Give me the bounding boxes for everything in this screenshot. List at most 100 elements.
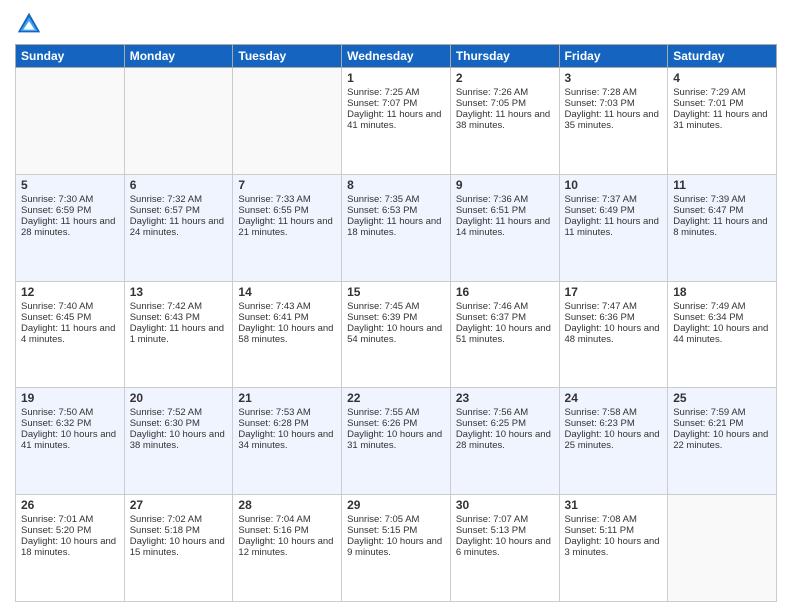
cell-content: Daylight: 10 hours and 58 minutes. [238,323,336,345]
calendar-cell: 20Sunrise: 7:52 AMSunset: 6:30 PMDayligh… [124,388,233,495]
cell-content: Sunset: 6:41 PM [238,312,336,323]
cell-content: Daylight: 10 hours and 12 minutes. [238,536,336,558]
calendar-cell: 8 Sunrise: 7:35 AMSunset: 6:53 PMDaylight… [342,174,451,281]
cell-content: Sunrise: 7:01 AM [21,514,119,525]
cell-content: Daylight: 10 hours and 9 minutes. [347,536,445,558]
cell-content: Sunset: 6:55 PM [238,205,336,216]
col-header-friday: Friday [559,45,668,68]
cell-content: Sunrise: 7:43 AM [238,301,336,312]
cell-content: Sunrise: 7:32 AM [130,194,228,205]
calendar-week-5: 26 Sunrise: 7:01 AMSunset: 5:20 PM Dayligh… [16,495,777,602]
cell-content: Daylight: 11 hours and 4 minutes. [21,323,119,345]
cell-content: Sunrise: 7:28 AM [565,87,663,98]
logo-icon [15,10,43,38]
cell-content: Daylight: 11 hours and 18 minutes. [347,216,445,238]
calendar-cell: 7Sunrise: 7:33 AMSunset: 6:55 PMDaylight… [233,174,342,281]
cell-content: Sunrise: 7:37 AM [565,194,663,205]
calendar-cell: 12Sunrise: 7:40 AMSunset: 6:45 PMDayligh… [16,281,125,388]
day-number: 10 [565,178,663,192]
day-number: 19 [21,391,119,405]
day-number: 2 [456,71,554,85]
cell-content: Sunset: 5:16 PM [238,525,336,536]
cell-content: Daylight: 11 hours and 31 minutes. [673,109,771,131]
day-number: 4 [673,71,771,85]
cell-content: Sunset: 6:30 PM [130,418,228,429]
calendar-cell: 17Sunrise: 7:47 AMSunset: 6:36 PMDayligh… [559,281,668,388]
cell-content: Daylight: 10 hours and 48 minutes. [565,323,663,345]
cell-content: Daylight: 10 hours and 54 minutes. [347,323,445,345]
cell-content: Sunrise: 7:40 AM [21,301,119,312]
day-number: 14 [238,285,336,299]
cell-content: Sunset: 6:53 PM [347,205,445,216]
cell-content: Sunset: 5:11 PM [565,525,663,536]
calendar-header-row: SundayMondayTuesdayWednesdayThursdayFrid… [16,45,777,68]
calendar-cell: 6Sunrise: 7:32 AMSunset: 6:57 PMDaylight… [124,174,233,281]
cell-content: Sunset: 6:37 PM [456,312,554,323]
day-number: 11 [673,178,771,192]
day-number: 23 [456,391,554,405]
cell-content: Daylight: 11 hours and 14 minutes. [456,216,554,238]
cell-content: Daylight: 11 hours and 1 minute. [130,323,228,345]
cell-content: Sunrise: 7:29 AM [673,87,771,98]
day-number: 1 [347,71,445,85]
col-header-saturday: Saturday [668,45,777,68]
cell-content: Sunset: 6:51 PM [456,205,554,216]
calendar-cell: 9Sunrise: 7:36 AMSunset: 6:51 PMDaylight… [450,174,559,281]
cell-content: Sunrise: 7:56 AM [456,407,554,418]
cell-content: Daylight: 10 hours and 38 minutes. [130,429,228,451]
cell-content: Daylight: 10 hours and 44 minutes. [673,323,771,345]
cell-content: Sunset: 6:45 PM [21,312,119,323]
cell-content: Sunset: 6:47 PM [673,205,771,216]
cell-content: Sunrise: 7:08 AM [565,514,663,525]
cell-content: Daylight: 10 hours and 41 minutes. [21,429,119,451]
cell-content: Sunset: 6:25 PM [456,418,554,429]
cell-content: Daylight: 11 hours and 21 minutes. [238,216,336,238]
cell-content: Sunrise: 7:46 AM [456,301,554,312]
cell-content: Daylight: 11 hours and 41 minutes. [347,109,445,131]
calendar-cell: 11Sunrise: 7:39 AMSunset: 6:47 PMDayligh… [668,174,777,281]
cell-content: Daylight: 10 hours and 34 minutes. [238,429,336,451]
calendar-cell: 21Sunrise: 7:53 AMSunset: 6:28 PMDayligh… [233,388,342,495]
calendar-cell: 13Sunrise: 7:42 AMSunset: 6:43 PMDayligh… [124,281,233,388]
calendar-cell [124,68,233,175]
day-number: 21 [238,391,336,405]
cell-content: Sunrise: 7:59 AM [673,407,771,418]
cell-content: Sunrise: 7:26 AM [456,87,554,98]
cell-content: Daylight: 11 hours and 11 minutes. [565,216,663,238]
cell-content: Daylight: 10 hours and 28 minutes. [456,429,554,451]
col-header-thursday: Thursday [450,45,559,68]
cell-content: Sunrise: 7:35 AM [347,194,445,205]
calendar-cell: 28Sunrise: 7:04 AMSunset: 5:16 PMDayligh… [233,495,342,602]
cell-content: Sunset: 6:36 PM [565,312,663,323]
cell-content: Sunrise: 7:36 AM [456,194,554,205]
cell-content: Daylight: 10 hours and 22 minutes. [673,429,771,451]
calendar-cell: 16 Sunrise: 7:46 AMSunset: 6:37 PMDayligh… [450,281,559,388]
cell-content: Daylight: 11 hours and 28 minutes. [21,216,119,238]
col-header-monday: Monday [124,45,233,68]
calendar-week-1: 1Sunrise: 7:25 AMSunset: 7:07 PMDaylight… [16,68,777,175]
cell-content: Sunrise: 7:53 AM [238,407,336,418]
cell-content: Daylight: 10 hours and 25 minutes. [565,429,663,451]
cell-content: Daylight: 10 hours and 6 minutes. [456,536,554,558]
cell-content: Sunrise: 7:02 AM [130,514,228,525]
day-number: 8 [347,178,445,192]
day-number: 13 [130,285,228,299]
cell-content: Sunset: 7:05 PM [456,98,554,109]
calendar-cell: 1Sunrise: 7:25 AMSunset: 7:07 PMDaylight… [342,68,451,175]
cell-content: Sunset: 5:20 PM [21,525,119,536]
day-number: 26 [21,498,119,512]
col-header-tuesday: Tuesday [233,45,342,68]
cell-content: Daylight: 10 hours and 51 minutes. [456,323,554,345]
calendar-cell: 22Sunrise: 7:55 AMSunset: 6:26 PMDayligh… [342,388,451,495]
cell-content: Sunrise: 7:30 AM [21,194,119,205]
cell-content: Daylight: 11 hours and 38 minutes. [456,109,554,131]
day-number: 16 [456,285,554,299]
cell-content: Daylight: 11 hours and 35 minutes. [565,109,663,131]
day-number: 24 [565,391,663,405]
cell-content: Sunset: 6:49 PM [565,205,663,216]
calendar-table: SundayMondayTuesdayWednesdayThursdayFrid… [15,44,777,602]
col-header-sunday: Sunday [16,45,125,68]
day-number: 22 [347,391,445,405]
calendar-week-4: 19Sunrise: 7:50 AMSunset: 6:32 PMDayligh… [16,388,777,495]
calendar-week-2: 5Sunrise: 7:30 AMSunset: 6:59 PMDaylight… [16,174,777,281]
